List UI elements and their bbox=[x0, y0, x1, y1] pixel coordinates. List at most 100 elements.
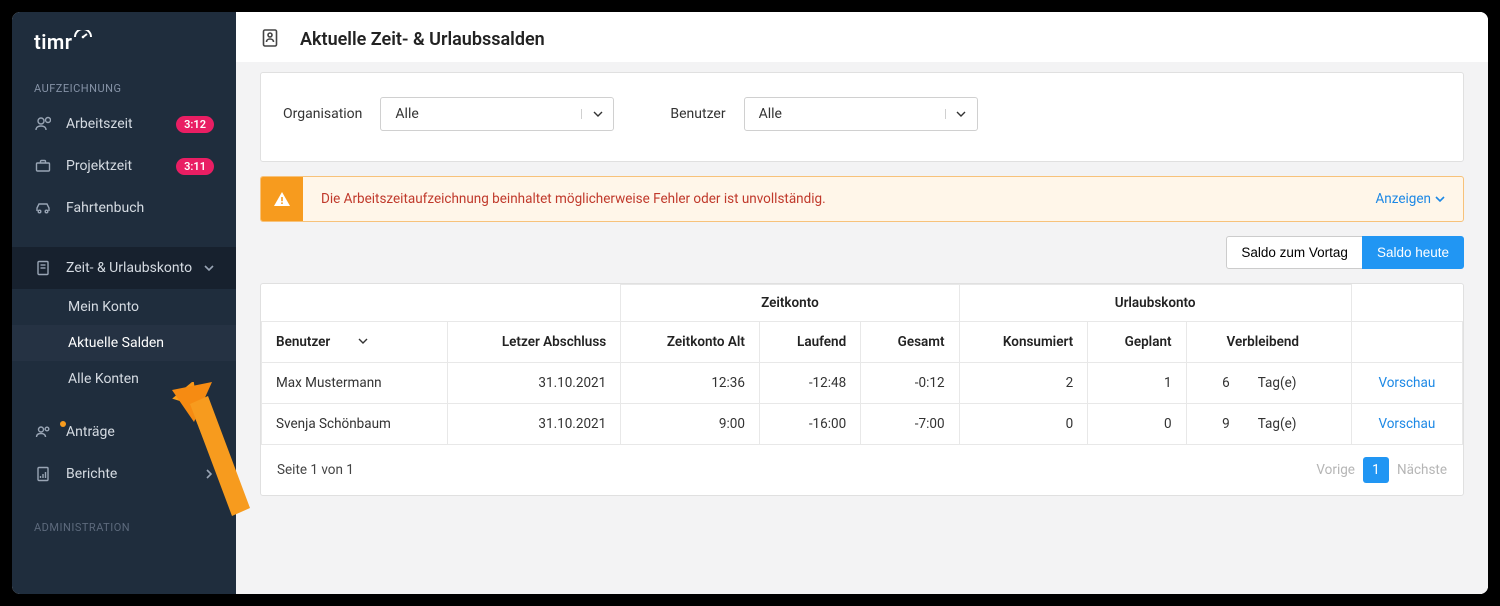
warning-alert: Die Arbeitszeitaufzeichnung beinhaltet m… bbox=[260, 176, 1464, 222]
nav-antraege[interactable]: Anträge bbox=[12, 411, 236, 453]
col-zeitkonto-alt[interactable]: Zeitkonto Alt bbox=[621, 322, 760, 363]
cell-gesamt: -0:12 bbox=[861, 363, 959, 404]
dropdown-value: Alle bbox=[745, 98, 945, 130]
alert-message: Die Arbeitszeitaufzeichnung beinhaltet m… bbox=[303, 177, 1358, 221]
organisation-dropdown[interactable]: Alle bbox=[380, 97, 614, 131]
dropdown-value: Alle bbox=[381, 98, 581, 130]
col-geplant[interactable]: Geplant bbox=[1088, 322, 1186, 363]
nav-label: Fahrtenbuch bbox=[66, 200, 144, 216]
cell-action: Vorschau bbox=[1351, 363, 1462, 404]
col-actions bbox=[1351, 322, 1462, 363]
cell-konsumiert: 2 bbox=[959, 363, 1088, 404]
nav-label: Berichte bbox=[66, 466, 117, 482]
report-icon bbox=[34, 465, 52, 483]
page-header: Aktuelle Zeit- & Urlaubssalden bbox=[236, 12, 1488, 62]
clock-user-icon bbox=[34, 115, 52, 133]
chevron-down-icon bbox=[204, 263, 214, 273]
nav-berichte[interactable]: Berichte bbox=[12, 453, 236, 495]
nav-label: Arbeitszeit bbox=[66, 116, 133, 132]
car-icon bbox=[34, 199, 52, 217]
pager-page-number[interactable]: 1 bbox=[1363, 457, 1389, 483]
filter-organisation: Organisation Alle bbox=[283, 97, 614, 131]
briefcase-icon bbox=[34, 157, 52, 175]
chevron-down-icon bbox=[581, 109, 613, 119]
nav-label: Zeit- & Urlaubskonto bbox=[66, 260, 192, 276]
users-icon bbox=[34, 423, 52, 441]
section-recording: AUFZEICHNUNG bbox=[12, 66, 236, 103]
cell-konsumiert: 0 bbox=[959, 404, 1088, 445]
table-row: Svenja Schönbaum 31.10.2021 9:00 -16:00 … bbox=[262, 404, 1463, 445]
nav-label: Alle Konten bbox=[68, 371, 139, 387]
pagination: Vorige 1 Nächste bbox=[1316, 457, 1447, 483]
nav-alle-konten[interactable]: Alle Konten bbox=[12, 361, 236, 397]
nav-aktuelle-salden[interactable]: Aktuelle Salden bbox=[12, 325, 236, 361]
table-footer: Seite 1 von 1 Vorige 1 Nächste bbox=[261, 445, 1463, 495]
cell-laufend: -12:48 bbox=[759, 363, 860, 404]
page-info: Seite 1 von 1 bbox=[277, 462, 354, 478]
nav-mein-konto[interactable]: Mein Konto bbox=[12, 289, 236, 325]
balance-doc-icon bbox=[260, 28, 282, 50]
col-benutzer[interactable]: Benutzer bbox=[262, 322, 448, 363]
cell-unit: Tag(e) bbox=[1244, 363, 1351, 404]
cell-action: Vorschau bbox=[1351, 404, 1462, 445]
cell-geplant: 1 bbox=[1088, 363, 1186, 404]
filter-label: Benutzer bbox=[670, 106, 725, 122]
notification-dot bbox=[60, 421, 66, 427]
cell-benutzer: Max Mustermann bbox=[262, 363, 448, 404]
filter-label: Organisation bbox=[283, 106, 362, 122]
col-letzter-abschluss[interactable]: Letzer Abschluss bbox=[448, 322, 621, 363]
filter-benutzer: Benutzer Alle bbox=[670, 97, 977, 131]
nav-fahrtenbuch[interactable]: Fahrtenbuch bbox=[12, 187, 236, 229]
chevron-right-icon bbox=[204, 469, 214, 479]
cell-verbleibend: 6 bbox=[1186, 363, 1244, 404]
chevron-down-icon bbox=[945, 109, 977, 119]
cell-abschluss: 31.10.2021 bbox=[448, 404, 621, 445]
nav-label: Projektzeit bbox=[66, 158, 132, 174]
col-konsumiert[interactable]: Konsumiert bbox=[959, 322, 1088, 363]
cell-laufend: -16:00 bbox=[759, 404, 860, 445]
table-row: Max Mustermann 31.10.2021 12:36 -12:48 -… bbox=[262, 363, 1463, 404]
alert-action-link[interactable]: Anzeigen bbox=[1358, 177, 1464, 221]
sidebar: timr AUFZEICHNUNG Arbeitszeit 3:12 Proje… bbox=[12, 12, 236, 594]
brand-logo: timr bbox=[12, 12, 236, 66]
nav-label: Mein Konto bbox=[68, 299, 139, 315]
col-gesamt[interactable]: Gesamt bbox=[861, 322, 959, 363]
document-icon bbox=[34, 259, 52, 277]
group-urlaubskonto: Urlaubskonto bbox=[959, 285, 1351, 322]
chevron-down-icon bbox=[358, 334, 368, 350]
section-administration: ADMINISTRATION bbox=[12, 505, 236, 542]
cell-zeit-alt: 12:36 bbox=[621, 363, 760, 404]
vorschau-link[interactable]: Vorschau bbox=[1378, 416, 1435, 432]
balance-toggle-group: Saldo zum Vortag Saldo heute bbox=[260, 236, 1464, 269]
nav-projektzeit[interactable]: Projektzeit 3:11 bbox=[12, 145, 236, 187]
saldo-heute-button[interactable]: Saldo heute bbox=[1362, 236, 1464, 269]
vorschau-link[interactable]: Vorschau bbox=[1378, 375, 1435, 391]
cell-abschluss: 31.10.2021 bbox=[448, 363, 621, 404]
cell-unit: Tag(e) bbox=[1244, 404, 1351, 445]
cell-zeit-alt: 9:00 bbox=[621, 404, 760, 445]
cell-geplant: 0 bbox=[1088, 404, 1186, 445]
filter-panel: Organisation Alle Benutzer Alle bbox=[260, 72, 1464, 162]
cell-verbleibend: 9 bbox=[1186, 404, 1244, 445]
warning-icon bbox=[261, 177, 303, 221]
pager-next[interactable]: Nächste bbox=[1397, 462, 1447, 478]
nav-zeit-urlaubskonto[interactable]: Zeit- & Urlaubskonto bbox=[12, 247, 236, 289]
badge: 3:12 bbox=[176, 116, 214, 133]
nav-arbeitszeit[interactable]: Arbeitszeit 3:12 bbox=[12, 103, 236, 145]
pager-prev[interactable]: Vorige bbox=[1316, 462, 1355, 478]
badge: 3:11 bbox=[176, 158, 214, 175]
col-verbleibend[interactable]: Verbleibend bbox=[1186, 322, 1351, 363]
page-title: Aktuelle Zeit- & Urlaubssalden bbox=[300, 29, 545, 50]
main-content: Aktuelle Zeit- & Urlaubssalden Organisat… bbox=[236, 12, 1488, 594]
col-laufend[interactable]: Laufend bbox=[759, 322, 860, 363]
content-area: Organisation Alle Benutzer Alle bbox=[236, 62, 1488, 594]
chevron-right-icon bbox=[204, 427, 214, 437]
cell-gesamt: -7:00 bbox=[861, 404, 959, 445]
group-zeitkonto: Zeitkonto bbox=[621, 285, 959, 322]
cell-benutzer: Svenja Schönbaum bbox=[262, 404, 448, 445]
saldo-vortag-button[interactable]: Saldo zum Vortag bbox=[1226, 236, 1363, 269]
benutzer-dropdown[interactable]: Alle bbox=[744, 97, 978, 131]
nav-label: Anträge bbox=[66, 424, 115, 440]
nav-label: Aktuelle Salden bbox=[68, 335, 164, 351]
balances-table: Zeitkonto Urlaubskonto Benutzer bbox=[260, 283, 1464, 496]
